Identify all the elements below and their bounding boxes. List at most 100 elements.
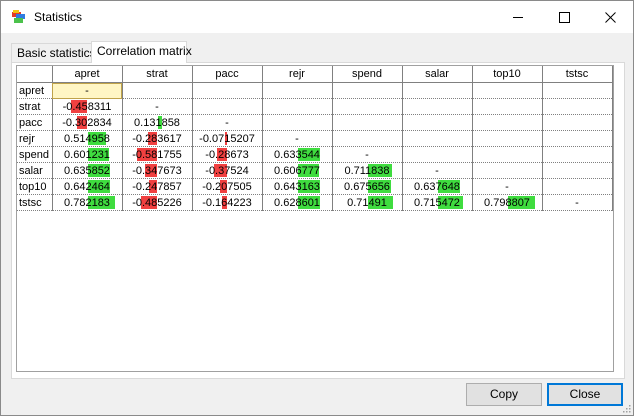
matrix-cell[interactable]: 0.628601 — [262, 194, 333, 211]
matrix-cell[interactable]: - — [332, 146, 403, 163]
matrix-cell[interactable] — [402, 114, 473, 131]
column-header-strat[interactable]: strat — [122, 66, 193, 83]
matrix-cell[interactable] — [472, 162, 543, 179]
row-header-tstsc[interactable]: tstsc — [17, 194, 53, 211]
matrix-cell[interactable] — [402, 98, 473, 115]
matrix-cell[interactable]: 0.642464 — [52, 178, 123, 195]
minimize-button[interactable] — [495, 1, 541, 33]
correlation-matrix-grid[interactable]: apret strat pacc rejr spend salar top10 tstsc a… — [16, 65, 614, 372]
row-header-strat[interactable]: strat — [17, 98, 53, 115]
matrix-cell[interactable]: 0.514958 — [52, 130, 123, 147]
matrix-cell[interactable]: 0.606777 — [262, 162, 333, 179]
row-header-top10[interactable]: top10 — [17, 178, 53, 195]
app-icon — [12, 10, 25, 23]
cell-value: 0.782183 — [64, 196, 110, 209]
column-header-top10[interactable]: top10 — [472, 66, 543, 83]
cell-value: -0.207505 — [202, 180, 252, 193]
matrix-cell[interactable]: - — [52, 82, 123, 99]
matrix-cell[interactable]: 0.711838 — [332, 162, 403, 179]
matrix-cell[interactable]: -0.164223 — [192, 194, 263, 211]
matrix-cell[interactable]: -0.207505 — [192, 178, 263, 195]
tab-correlation-matrix[interactable]: Correlation matrix — [91, 41, 192, 63]
matrix-cell[interactable] — [542, 114, 613, 131]
row-header-salar[interactable]: salar — [17, 162, 53, 179]
matrix-cell[interactable]: -0.37524 — [192, 162, 263, 179]
matrix-cell[interactable] — [262, 114, 333, 131]
matrix-cell[interactable]: -0.247857 — [122, 178, 193, 195]
matrix-cell[interactable]: - — [122, 98, 193, 115]
cell-value: 0.601231 — [64, 148, 110, 161]
column-header-salar[interactable]: salar — [402, 66, 473, 83]
matrix-cell[interactable]: 0.637648 — [402, 178, 473, 195]
cell-value: -0.37524 — [205, 164, 249, 177]
matrix-cell[interactable] — [402, 82, 473, 99]
matrix-cell[interactable] — [332, 114, 403, 131]
close-window-button[interactable] — [587, 1, 633, 33]
cell-value: - — [435, 164, 439, 177]
matrix-cell[interactable]: -0.28673 — [192, 146, 263, 163]
row-header-pacc[interactable]: pacc — [17, 114, 53, 131]
matrix-cell[interactable]: -0.0715207 — [192, 130, 263, 147]
matrix-cell[interactable]: - — [542, 194, 613, 211]
matrix-cell[interactable]: -0.283617 — [122, 130, 193, 147]
column-header-apret[interactable]: apret — [52, 66, 123, 83]
column-header-tstsc[interactable]: tstsc — [542, 66, 613, 83]
matrix-cell[interactable]: 0.798807 — [472, 194, 543, 211]
matrix-cell[interactable] — [262, 98, 333, 115]
row-header-spend[interactable]: spend — [17, 146, 53, 163]
matrix-cell[interactable] — [542, 162, 613, 179]
matrix-cell[interactable]: 0.675656 — [332, 178, 403, 195]
matrix-cell[interactable] — [402, 130, 473, 147]
matrix-cell[interactable]: 0.643163 — [262, 178, 333, 195]
matrix-cell[interactable] — [192, 82, 263, 99]
matrix-cell[interactable] — [332, 130, 403, 147]
column-header-rejr[interactable]: rejr — [262, 66, 333, 83]
matrix-cell[interactable] — [472, 114, 543, 131]
matrix-cell[interactable]: 0.633544 — [262, 146, 333, 163]
close-button[interactable]: Close — [547, 383, 623, 406]
row-header-rejr[interactable]: rejr — [17, 130, 53, 147]
matrix-cell[interactable] — [542, 98, 613, 115]
correlation-table: apret strat pacc rejr spend salar top10 tstsc a… — [17, 66, 613, 211]
matrix-cell[interactable] — [542, 146, 613, 163]
matrix-cell[interactable]: -0.347673 — [122, 162, 193, 179]
matrix-cell[interactable]: -0.302834 — [52, 114, 123, 131]
title-bar[interactable]: Statistics — [1, 1, 633, 33]
matrix-cell[interactable] — [472, 98, 543, 115]
matrix-cell[interactable] — [192, 98, 263, 115]
matrix-cell[interactable] — [262, 82, 333, 99]
cell-value: 0.71491 — [347, 196, 387, 209]
column-header-pacc[interactable]: pacc — [192, 66, 263, 83]
cell-value: - — [295, 132, 299, 145]
matrix-cell[interactable] — [472, 82, 543, 99]
matrix-cell[interactable] — [332, 82, 403, 99]
matrix-cell[interactable] — [472, 146, 543, 163]
window-title: Statistics — [34, 10, 83, 24]
matrix-cell[interactable]: 0.131858 — [122, 114, 193, 131]
matrix-cell[interactable]: -0.581755 — [122, 146, 193, 163]
matrix-cell[interactable] — [542, 178, 613, 195]
column-header-spend[interactable]: spend — [332, 66, 403, 83]
matrix-cell[interactable]: -0.485226 — [122, 194, 193, 211]
matrix-cell[interactable] — [542, 130, 613, 147]
matrix-cell[interactable]: 0.601231 — [52, 146, 123, 163]
matrix-cell[interactable] — [542, 82, 613, 99]
matrix-cell[interactable]: - — [472, 178, 543, 195]
matrix-cell[interactable] — [122, 82, 193, 99]
matrix-cell[interactable]: 0.782183 — [52, 194, 123, 211]
matrix-cell[interactable]: - — [262, 130, 333, 147]
matrix-cell[interactable]: 0.71491 — [332, 194, 403, 211]
matrix-cell[interactable]: - — [192, 114, 263, 131]
row-header-apret[interactable]: apret — [17, 82, 53, 99]
matrix-cell[interactable] — [402, 146, 473, 163]
maximize-button[interactable] — [541, 1, 587, 33]
copy-button[interactable]: Copy — [466, 383, 542, 406]
matrix-cell[interactable]: -0.458311 — [52, 98, 123, 115]
resize-grip-icon[interactable] — [621, 403, 631, 413]
tab-basic-statistics[interactable]: Basic statistics — [11, 43, 96, 62]
matrix-cell[interactable]: - — [402, 162, 473, 179]
matrix-cell[interactable] — [332, 98, 403, 115]
matrix-cell[interactable]: 0.715472 — [402, 194, 473, 211]
matrix-cell[interactable] — [472, 130, 543, 147]
matrix-cell[interactable]: 0.635852 — [52, 162, 123, 179]
